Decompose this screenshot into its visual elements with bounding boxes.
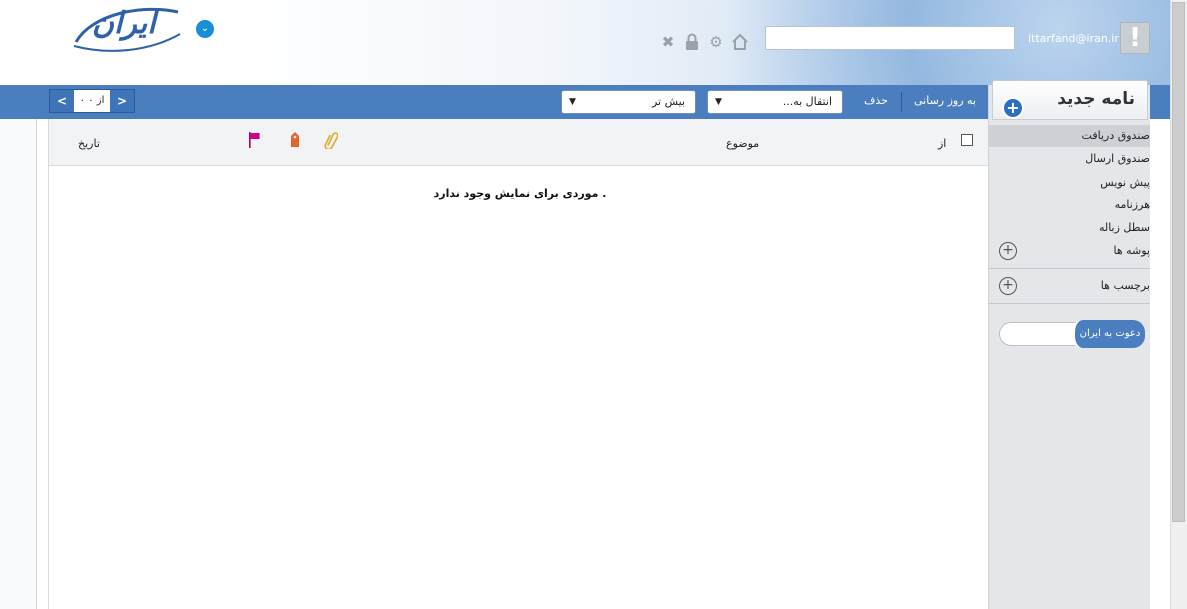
- sidebar-item-sent[interactable]: صندوق ارسال: [1085, 152, 1150, 165]
- chevron-down-icon[interactable]: ⌄: [196, 20, 214, 38]
- more-actions-label: بیش تر: [651, 95, 685, 108]
- alert-glyph: !: [1129, 23, 1141, 53]
- header: ایران ⌄ ✖ ⚙ ittarfand@iran.ir !: [0, 0, 1170, 85]
- sidebar-item-labels[interactable]: برچسب ها: [1101, 279, 1150, 292]
- plus-icon[interactable]: +: [1002, 97, 1024, 119]
- compose-label: نامه جدید: [1057, 89, 1135, 109]
- sidebar-item-inbox[interactable]: صندوق دریافت: [1082, 129, 1150, 142]
- search-input[interactable]: [765, 26, 1015, 50]
- sidebar-item-folders[interactable]: پوشه ها: [1113, 244, 1150, 257]
- invite-widget: دعوت به ایران: [999, 320, 1145, 348]
- add-label-plus-icon[interactable]: +: [999, 277, 1017, 295]
- attachment-icon[interactable]: [324, 131, 338, 149]
- close-icon[interactable]: ✖: [658, 33, 678, 51]
- caret-down-icon: ▼: [715, 97, 722, 107]
- sidebar-item-trash[interactable]: سطل زباله: [1099, 221, 1150, 234]
- user-email[interactable]: ittarfand@iran.ir: [1028, 32, 1119, 45]
- gear-icon[interactable]: ⚙: [706, 33, 726, 51]
- add-folder-plus-icon[interactable]: +: [999, 242, 1017, 260]
- caret-down-icon: ▼: [569, 97, 576, 107]
- top-icon-bar: ✖ ⚙: [658, 33, 750, 51]
- empty-list-message: موردی برای نمایش وجود ندارد .: [433, 187, 607, 200]
- pager-info: ۰ از ۰: [79, 95, 105, 106]
- pager-next-button[interactable]: >: [110, 90, 134, 112]
- lock-icon[interactable]: [682, 33, 702, 51]
- alert-icon[interactable]: !: [1120, 22, 1150, 54]
- mail-list-header: [48, 119, 988, 166]
- sidebar-item-drafts[interactable]: پیش نویس: [1100, 176, 1150, 189]
- flag-icon[interactable]: [248, 131, 262, 149]
- column-subject[interactable]: موضوع: [726, 137, 759, 150]
- scrollbar-thumb[interactable]: [1172, 2, 1185, 522]
- delete-button[interactable]: حذف: [864, 94, 888, 107]
- sidebar-divider: [989, 303, 1150, 304]
- invite-email-input[interactable]: [999, 322, 1079, 346]
- toolbar-divider: [901, 92, 902, 112]
- logo[interactable]: ایران: [92, 6, 156, 41]
- pager-prev-button[interactable]: <: [50, 90, 74, 112]
- move-to-label: انتقال به...: [782, 95, 832, 108]
- pager: < ۰ از ۰ >: [49, 89, 135, 113]
- select-all-checkbox[interactable]: [961, 134, 973, 146]
- refresh-button[interactable]: به روز رسانی: [914, 94, 976, 107]
- left-panel: [0, 119, 37, 609]
- home-icon[interactable]: [730, 33, 750, 51]
- sidebar-item-spam[interactable]: هرزنامه: [1115, 198, 1150, 211]
- tag-icon[interactable]: [288, 131, 302, 149]
- move-to-dropdown[interactable]: انتقال به... ▼: [707, 90, 843, 114]
- sidebar-divider: [989, 268, 1150, 269]
- more-actions-dropdown[interactable]: بیش تر ▼: [561, 90, 696, 114]
- column-from[interactable]: از: [938, 137, 946, 150]
- column-date[interactable]: تاریخ: [78, 137, 100, 150]
- invite-button[interactable]: دعوت به ایران: [1071, 320, 1145, 348]
